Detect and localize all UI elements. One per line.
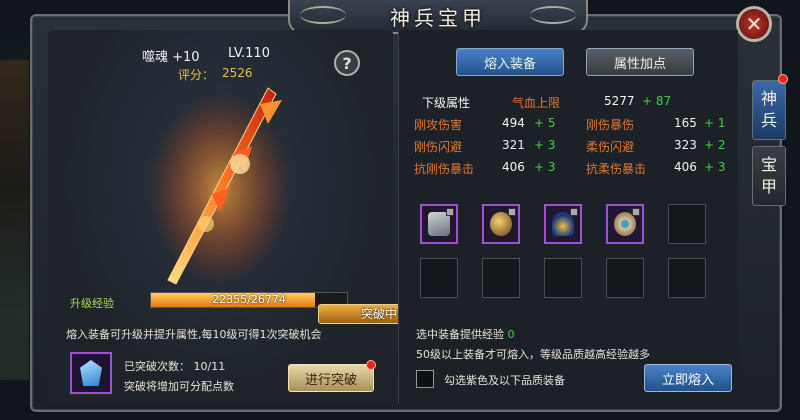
tab-attribute-points[interactable]: 属性加点 bbox=[586, 48, 694, 76]
tab-label: 熔入装备 bbox=[483, 56, 536, 72]
absorb-now-button[interactable]: 立即熔入 bbox=[644, 364, 732, 392]
exp-provided-value: 0 bbox=[507, 328, 515, 341]
title-ornament-right bbox=[530, 6, 576, 24]
stat-value: 406 bbox=[502, 160, 525, 174]
break-count: 已突破次数： 10/11 bbox=[124, 360, 226, 373]
stat-label: 刚伤闪避 bbox=[414, 140, 463, 154]
exp-provided: 选中装备提供经验 0 bbox=[416, 326, 515, 342]
score-label: 评分： bbox=[178, 68, 215, 82]
stat-label: 抗刚伤暴击 bbox=[414, 162, 475, 176]
requirement-text: 50级以上装备才可熔入，等级品质越高经验越多 bbox=[416, 348, 650, 361]
tab-label: 属性加点 bbox=[613, 56, 666, 72]
equipment-slot-empty[interactable] bbox=[668, 258, 706, 298]
select-purple-checkbox[interactable] bbox=[416, 370, 434, 388]
stat-value: 323 bbox=[674, 138, 697, 152]
stat-increase: + 2 bbox=[704, 138, 726, 152]
equipment-slot[interactable] bbox=[544, 204, 582, 244]
breakthrough-gem-slot[interactable] bbox=[70, 352, 112, 394]
equipment-slot-empty[interactable] bbox=[420, 258, 458, 298]
slot-marker bbox=[446, 208, 454, 216]
checkbox-label: 勾选紫色及以下品质装备 bbox=[444, 374, 565, 387]
slot-marker bbox=[632, 208, 640, 216]
equipment-slot-empty[interactable] bbox=[482, 258, 520, 298]
gem-icon bbox=[80, 360, 102, 386]
equipment-slot[interactable] bbox=[606, 204, 644, 244]
window-title-plate: 神兵宝甲 bbox=[288, 0, 588, 34]
exp-label: 升级经验 bbox=[70, 297, 114, 310]
equipment-slot-empty[interactable] bbox=[544, 258, 582, 298]
breakthrough-button[interactable]: 进行突破 bbox=[288, 364, 374, 392]
weapon-score: 2526 bbox=[222, 66, 253, 80]
stat-label: 气血上限 bbox=[512, 96, 561, 110]
stat-increase: + 5 bbox=[534, 116, 556, 130]
slot-marker bbox=[508, 208, 516, 216]
weapon-spear-icon bbox=[150, 87, 290, 285]
stat-increase: + 3 bbox=[534, 138, 556, 152]
notification-dot bbox=[778, 74, 788, 84]
stat-increase: + 3 bbox=[704, 160, 726, 174]
background-chat-strip bbox=[0, 60, 34, 380]
equipment-slot-empty[interactable] bbox=[606, 258, 644, 298]
stat-value: 321 bbox=[502, 138, 525, 152]
notification-dot bbox=[366, 360, 376, 370]
equipment-slot-empty[interactable] bbox=[668, 204, 706, 244]
side-tab-char: 神 bbox=[760, 89, 777, 108]
exp-provided-label: 选中装备提供经验 bbox=[416, 328, 504, 341]
stat-increase: + 3 bbox=[534, 160, 556, 174]
slot-marker bbox=[570, 208, 578, 216]
side-tab-weapon[interactable]: 神 兵 bbox=[752, 80, 786, 140]
side-tab-char: 甲 bbox=[760, 177, 777, 196]
stat-label: 柔伤闪避 bbox=[586, 140, 635, 154]
question-mark-icon: ? bbox=[342, 53, 352, 73]
equipment-slot[interactable] bbox=[482, 204, 520, 244]
side-tab-char: 宝 bbox=[760, 155, 777, 174]
equipment-slot[interactable] bbox=[420, 204, 458, 244]
stat-label: 抗柔伤暴击 bbox=[586, 162, 647, 176]
title-ornament-left bbox=[300, 6, 346, 24]
stat-label: 刚攻伤害 bbox=[414, 118, 463, 132]
stat-label: 刚伤暴伤 bbox=[586, 118, 635, 132]
stats-title: 下级属性 bbox=[422, 96, 471, 110]
breakthrough-button-label: 进行突破 bbox=[304, 372, 357, 388]
weapon-name: 噬魂 +10 bbox=[142, 50, 200, 65]
upgrade-hint: 熔入装备可升级并提升属性,每10级可得1次突破机会 bbox=[66, 328, 322, 341]
tab-absorb-equipment[interactable]: 熔入装备 bbox=[456, 48, 564, 76]
help-button[interactable]: ? bbox=[334, 50, 360, 76]
stat-increase: + 87 bbox=[642, 94, 672, 108]
side-tab-char: 兵 bbox=[760, 111, 777, 130]
stat-increase: + 1 bbox=[704, 116, 726, 130]
side-tab-armor[interactable]: 宝 甲 bbox=[752, 146, 786, 206]
close-icon: ✕ bbox=[745, 12, 763, 36]
stat-value: 165 bbox=[674, 116, 697, 130]
absorb-button-label: 立即熔入 bbox=[661, 372, 714, 388]
stat-value: 494 bbox=[502, 116, 525, 130]
weapon-level: LV.110 bbox=[228, 46, 270, 61]
stat-value: 5277 bbox=[604, 94, 635, 108]
close-button[interactable]: ✕ bbox=[736, 6, 772, 42]
break-description: 突破将增加可分配点数 bbox=[124, 380, 234, 393]
window-title: 神兵宝甲 bbox=[390, 5, 486, 30]
stat-value: 406 bbox=[674, 160, 697, 174]
